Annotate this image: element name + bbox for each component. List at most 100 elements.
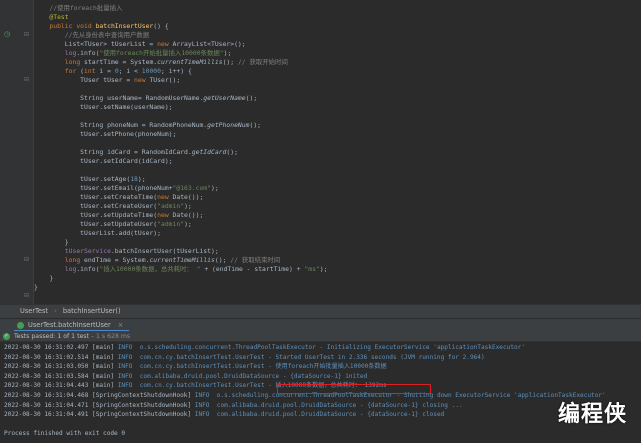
- code-line[interactable]: List<TUser> tUserList = new ArrayList<TU…: [34, 40, 641, 49]
- code-editor[interactable]: ◷ ⊟ ⊟ ⊟ ⊟ //使用foreach批量插入 @Test public v…: [0, 0, 641, 304]
- code-line[interactable]: tUser.setPhone(phoneNum);: [34, 130, 641, 139]
- console-dt: 2022-08-30 16:31:02.497: [4, 344, 89, 351]
- code-lines[interactable]: //使用foreach批量插入 @Test public void batchI…: [34, 4, 641, 292]
- code-token: tUser.setCreateTime(: [34, 193, 158, 201]
- code-line[interactable]: tUser.setName(userName);: [34, 103, 641, 112]
- code-token: .batchInsertUser(tUserList);: [110, 247, 219, 255]
- code-line[interactable]: log.info("使用foreach开始批量插入10000条数据");: [34, 49, 641, 58]
- code-line[interactable]: }: [34, 238, 641, 247]
- code-token: new: [134, 76, 150, 84]
- console-lv: INFO: [194, 401, 214, 409]
- run-test-icon[interactable]: ◷: [4, 30, 10, 39]
- code-line[interactable]: String userName= RandomUserName.getUserN…: [34, 94, 641, 103]
- code-token: tUser.setEmail(phoneNum+: [34, 184, 173, 192]
- console-lv: INFO: [117, 363, 137, 371]
- code-token: }: [34, 283, 38, 291]
- code-line[interactable]: @Test: [34, 13, 641, 22]
- console-cls: com.cn.cy.batchInsertTest.UserTest: [136, 353, 265, 361]
- code-token: log: [64, 265, 77, 273]
- console-lv: INFO: [117, 382, 137, 390]
- test-status-bar: ✓ Tests passed: 1 of 1 test – 1 s 628 ms: [0, 331, 641, 342]
- close-icon[interactable]: ×: [118, 321, 124, 329]
- code-token: 10000: [141, 67, 162, 75]
- editor-gutter[interactable]: ◷ ⊟ ⊟ ⊟ ⊟: [0, 0, 34, 304]
- code-token: currentTimeMillis: [157, 58, 223, 66]
- code-token: endTime = System.: [84, 256, 150, 264]
- code-token: tUser.setUpdateUser(: [34, 220, 158, 228]
- console-th: [main]: [88, 353, 118, 361]
- code-line[interactable]: tUser.setAge(18);: [34, 175, 641, 184]
- code-token: "admin": [157, 202, 185, 210]
- code-line[interactable]: tUser.setUpdateTime(new Date());: [34, 211, 641, 220]
- console-dt: 2022-08-30 16:31:03.584: [4, 372, 89, 380]
- console-th: [SpringContextShutdownHook]: [88, 401, 195, 409]
- code-line[interactable]: tUser.setUpdateUser("admin");: [34, 220, 641, 229]
- code-line[interactable]: long startTime = System.currentTimeMilli…: [34, 58, 641, 67]
- code-token: .info(: [76, 49, 100, 57]
- code-token: ();: [214, 256, 231, 264]
- test-status-text: Tests passed: 1 of 1 test: [14, 333, 89, 340]
- code-token: tUser.setPhone(phoneNum);: [34, 130, 177, 138]
- code-line[interactable]: tUserList.add(tUser);: [34, 229, 641, 238]
- fold-icon[interactable]: ⊟: [24, 75, 29, 84]
- code-line[interactable]: }: [34, 283, 641, 292]
- code-token: tUser.setUpdateTime(: [34, 211, 158, 219]
- console-th: [SpringContextShutdownHook]: [88, 391, 195, 399]
- console-lv: INFO: [117, 372, 137, 380]
- console-msg: - {dataSource-1} closing ...: [356, 401, 463, 409]
- breadcrumb-class[interactable]: UserTest: [20, 307, 48, 315]
- code-line[interactable]: TUser tUser = new TUser();: [34, 76, 641, 85]
- console-th: [main]: [88, 372, 118, 380]
- console-th: [main]: [88, 382, 118, 390]
- fold-icon[interactable]: ⊟: [24, 291, 29, 300]
- code-line[interactable]: tUser.setCreateUser("admin");: [34, 202, 641, 211]
- code-token: long: [64, 58, 85, 66]
- code-line[interactable]: for (int i = 0; i < 10000; i++) {: [34, 67, 641, 76]
- code-line[interactable]: String idCard = RandomIdCard.getIdCard()…: [34, 148, 641, 157]
- code-line[interactable]: tUser.setCreateTime(new Date());: [34, 193, 641, 202]
- fold-icon[interactable]: ⊟: [24, 255, 29, 264]
- highlight-box: [277, 384, 431, 394]
- code-line[interactable]: tUser.setEmail(phoneNum+"@163.com");: [34, 184, 641, 193]
- code-line[interactable]: //使用foreach批量插入: [34, 4, 641, 13]
- code-token: ; i++) {: [161, 67, 192, 75]
- code-line[interactable]: public void batchInsertUser() {: [34, 22, 641, 31]
- breadcrumb-method[interactable]: batchInsertUser(): [63, 307, 121, 315]
- code-line[interactable]: [34, 112, 641, 121]
- console-output[interactable]: 2022-08-30 16:31:02.497 [main] INFO o.s.…: [0, 342, 641, 443]
- code-token: "ms": [304, 265, 320, 273]
- code-token: // 获取开始时间: [237, 58, 288, 66]
- code-line[interactable]: long endTime = System.currentTimeMillis(…: [34, 256, 641, 265]
- console-dt: 2022-08-30 16:31:04.468: [4, 391, 89, 399]
- code-line[interactable]: String phoneNum = RandomPhoneNum.getPhon…: [34, 121, 641, 130]
- console-line: 2022-08-30 16:31:02.514 [main] INFO com.…: [4, 353, 641, 363]
- code-line[interactable]: [34, 85, 641, 94]
- code-line[interactable]: [34, 139, 641, 148]
- code-token: log: [64, 49, 77, 57]
- code-line[interactable]: [34, 166, 641, 175]
- code-token: tUserService: [64, 247, 111, 255]
- console-dt: 2022-08-30 16:31:02.514: [4, 353, 89, 361]
- code-token: //先从身份表中查询用户数据: [64, 31, 150, 39]
- code-token: @Test: [49, 13, 69, 21]
- code-token: ();: [226, 148, 238, 156]
- code-token: startTime = System.: [84, 58, 158, 66]
- code-line[interactable]: log.info("插入10000条数据，总共耗时： " + (endTime …: [34, 265, 641, 274]
- fold-icon[interactable]: ⊟: [24, 30, 29, 39]
- code-line[interactable]: tUserService.batchInsertUser(tUserList);: [34, 247, 641, 256]
- code-line[interactable]: //先从身份表中查询用户数据: [34, 31, 641, 40]
- code-line[interactable]: }: [34, 274, 641, 283]
- console-msg: - 使用foreach开始批量插入10000条数据: [264, 363, 387, 371]
- code-token: );: [211, 184, 219, 192]
- code-token: 18: [130, 175, 138, 183]
- code-line[interactable]: tUser.setIdCard(idCard);: [34, 157, 641, 166]
- console-cls: com.alibaba.druid.pool.DruidDataSource: [213, 411, 357, 419]
- code-token: ();: [222, 58, 238, 66]
- console-lv: INFO: [194, 411, 214, 419]
- console-lv: INFO: [194, 391, 214, 399]
